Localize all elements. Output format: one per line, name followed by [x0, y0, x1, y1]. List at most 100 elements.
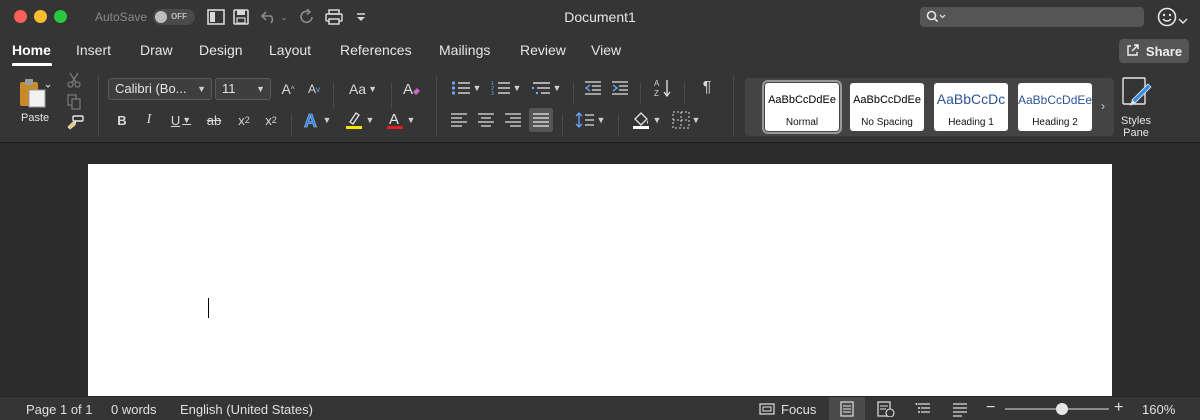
change-case-button[interactable]: Aa ▼ — [343, 78, 383, 100]
web-layout-icon[interactable] — [877, 401, 895, 418]
zoom-out-button[interactable]: − — [986, 399, 995, 417]
style-no-spacing[interactable]: AaBbCcDdEe No Spacing — [850, 83, 924, 131]
print-icon[interactable] — [323, 6, 345, 28]
svg-text:3: 3 — [491, 91, 494, 96]
justify-icon — [533, 113, 549, 127]
font-color-icon: A — [386, 111, 403, 129]
save-icon[interactable] — [230, 6, 252, 28]
style-sample: AaBbCcDdEe — [853, 94, 921, 106]
shading-button[interactable]: ▼ — [628, 108, 664, 132]
page-count[interactable]: Page 1 of 1 — [26, 402, 93, 417]
separator — [291, 114, 292, 136]
show-formatting-marks-button[interactable]: ¶ — [696, 77, 718, 99]
share-label: Share — [1145, 43, 1183, 59]
font-size-dropdown[interactable]: 11 ▼ — [215, 78, 271, 100]
align-left-icon — [451, 113, 467, 127]
paste-button[interactable] — [16, 76, 52, 110]
customize-toolbar-icon[interactable] — [350, 6, 372, 28]
separator — [618, 114, 619, 136]
outline-view-icon[interactable] — [915, 401, 931, 417]
decrease-indent-button[interactable] — [582, 77, 604, 99]
autosave-toggle[interactable]: OFF — [153, 9, 195, 25]
tab-mailings[interactable]: Mailings — [439, 42, 490, 58]
change-case-icon: Aa — [348, 81, 367, 97]
undo-dropdown-icon[interactable]: ⌄ — [277, 6, 289, 28]
multilevel-list-button[interactable]: ▼ — [528, 77, 564, 99]
bullets-button[interactable]: ▼ — [448, 77, 484, 99]
align-left-button[interactable] — [448, 109, 470, 131]
tab-view[interactable]: View — [591, 42, 621, 58]
tab-layout[interactable]: Layout — [269, 42, 311, 58]
tab-insert[interactable]: Insert — [76, 42, 111, 58]
close-window-button[interactable] — [14, 10, 27, 23]
borders-button[interactable]: ▼ — [668, 108, 704, 132]
minimize-window-button[interactable] — [34, 10, 47, 23]
styles-pane-icon — [1122, 77, 1152, 106]
subscript-mark: 2 — [244, 115, 250, 125]
feedback-smiley-icon[interactable] — [1157, 7, 1177, 27]
text-effects-button[interactable]: A ▼ — [300, 108, 332, 132]
styles-pane-button[interactable]: Styles Pane — [1118, 76, 1154, 139]
zoom-slider-thumb[interactable] — [1056, 403, 1069, 415]
search-input[interactable] — [920, 7, 1144, 27]
chevron-down-icon: ▼ — [472, 83, 482, 93]
active-tab-indicator — [12, 63, 52, 66]
tab-draw[interactable]: Draw — [140, 42, 173, 58]
numbering-button[interactable]: 1 2 3 ▼ — [488, 77, 524, 99]
grow-font-button[interactable]: A ^ — [277, 78, 299, 100]
shrink-font-button[interactable]: Av — [303, 78, 325, 100]
separator — [391, 82, 392, 108]
sort-icon: AZ — [654, 79, 671, 98]
style-heading-1[interactable]: AaBbCcDc Heading 1 — [934, 83, 1008, 131]
line-spacing-button[interactable]: ▼ — [572, 109, 608, 131]
language-indicator[interactable]: English (United States) — [180, 402, 313, 417]
strikethrough-button[interactable]: ab — [203, 109, 225, 131]
word-count[interactable]: 0 words — [111, 402, 157, 417]
focus-icon[interactable] — [759, 401, 775, 417]
tab-home[interactable]: Home — [12, 42, 51, 58]
bold-button[interactable]: B — [112, 109, 132, 131]
redo-icon[interactable] — [296, 6, 318, 28]
style-heading-2[interactable]: AaBbCcDdEe Heading 2 — [1018, 83, 1092, 131]
clear-formatting-button[interactable]: A — [400, 78, 424, 100]
zoom-in-button[interactable]: + — [1114, 399, 1123, 417]
format-painter-icon[interactable] — [64, 112, 86, 134]
chevron-down-icon: ▼ — [322, 115, 332, 125]
share-button[interactable]: Share — [1119, 39, 1189, 63]
cut-icon[interactable] — [64, 70, 84, 90]
align-right-button[interactable] — [502, 109, 524, 131]
font-color-button[interactable]: A ▼ — [382, 108, 418, 132]
tab-references[interactable]: References — [340, 42, 412, 58]
increase-indent-button[interactable] — [609, 77, 631, 99]
separator — [333, 82, 334, 108]
align-center-button[interactable] — [475, 109, 497, 131]
focus-button[interactable]: Focus — [781, 402, 816, 417]
chevron-right-icon[interactable]: › — [1101, 99, 1105, 113]
style-normal[interactable]: AaBbCcDdEe Normal — [762, 80, 842, 134]
highlight-button[interactable]: ▼ — [341, 108, 377, 132]
justify-button[interactable] — [529, 108, 553, 132]
chevron-down-icon: ▼ — [512, 83, 522, 93]
feedback-dropdown-icon[interactable] — [1178, 12, 1188, 30]
tab-design[interactable]: Design — [199, 42, 243, 58]
zoom-percentage[interactable]: 160% — [1142, 402, 1175, 417]
sort-button[interactable]: AZ — [650, 76, 676, 100]
superscript-button[interactable]: x2 — [260, 109, 282, 131]
style-name: Heading 1 — [948, 117, 994, 128]
font-family-dropdown[interactable]: Calibri (Bo... ▼ — [108, 78, 212, 100]
svg-text:A: A — [304, 111, 317, 130]
maximize-window-button[interactable] — [54, 10, 67, 23]
separator — [562, 114, 563, 136]
underline-button[interactable]: U ▼ — [166, 109, 196, 131]
sidebar-icon[interactable] — [205, 6, 227, 28]
style-name: No Spacing — [861, 117, 913, 128]
styles-pane-label-line2: Pane — [1123, 127, 1149, 139]
paint-bucket-icon — [632, 112, 649, 129]
copy-icon[interactable] — [64, 92, 84, 112]
tab-review[interactable]: Review — [520, 42, 566, 58]
document-page[interactable] — [88, 164, 1112, 396]
italic-button[interactable]: I — [139, 109, 159, 131]
draft-view-icon[interactable] — [952, 401, 968, 417]
shrink-arrow-icon: v — [316, 84, 320, 94]
subscript-button[interactable]: x2 — [233, 109, 255, 131]
